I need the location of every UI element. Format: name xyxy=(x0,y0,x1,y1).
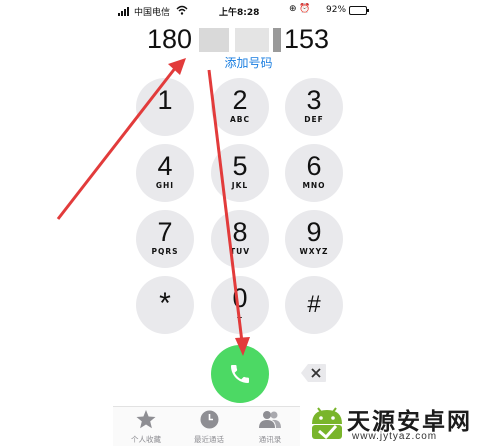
arrow-head-icon xyxy=(235,337,250,356)
annotation-arrow xyxy=(56,66,178,220)
watermark-url: www.jytyaz.com xyxy=(352,431,438,442)
annotation-arrows xyxy=(56,58,250,356)
watermark: 天源安卓网 www.jytyaz.com xyxy=(300,398,500,446)
android-logo-icon xyxy=(312,407,342,440)
annotation-arrow xyxy=(207,69,244,343)
